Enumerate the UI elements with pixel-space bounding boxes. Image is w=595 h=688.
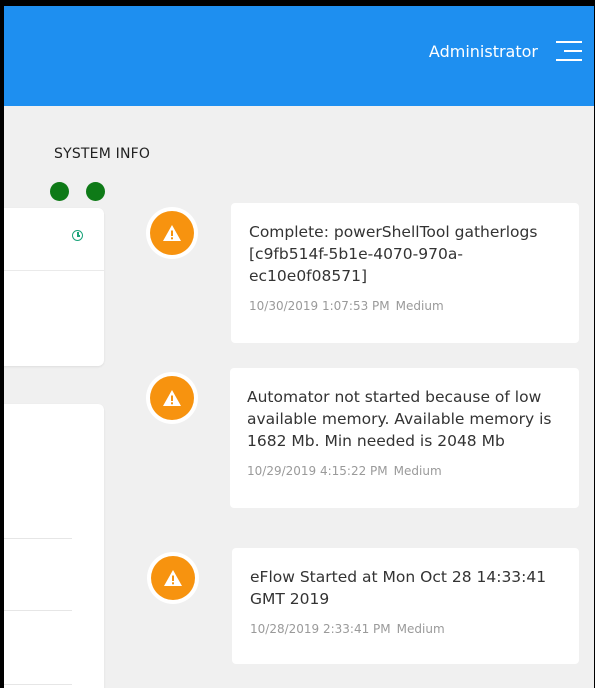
system-info-title: SYSTEM INFO (54, 146, 151, 162)
status-indicator (86, 182, 105, 201)
user-name[interactable]: Administrator (429, 42, 538, 62)
warning-icon (151, 556, 195, 600)
hamburger-menu-icon[interactable] (556, 39, 582, 63)
notification-meta: 10/30/2019 1:07:53 PM Medium (249, 299, 563, 313)
notification-message: eFlow Started at Mon Oct 28 14:33:41 GMT… (250, 568, 547, 608)
notification-severity: Medium (396, 622, 445, 636)
notification-timestamp: 10/28/2019 2:33:41 PM (250, 622, 391, 636)
divider (4, 610, 72, 611)
divider (4, 684, 72, 685)
notification-severity: Medium (393, 464, 442, 478)
info-panel (4, 404, 104, 688)
top-bar: Administrator (4, 6, 594, 106)
status-indicator (50, 182, 69, 201)
notification-timestamp: 10/30/2019 1:07:53 PM (249, 299, 390, 313)
notification-meta: 10/28/2019 2:33:41 PM Medium (250, 622, 563, 636)
notification-timestamp: 10/29/2019 4:15:22 PM (247, 464, 388, 478)
info-panel (4, 208, 104, 366)
divider (4, 270, 104, 271)
notification-message: Automator not started because of low ava… (247, 388, 552, 450)
clock-icon[interactable] (72, 230, 83, 241)
app-window: Administrator SYSTEM INFO Complete: powe… (4, 6, 594, 688)
notification-card[interactable]: Complete: powerShellTool gatherlogs [c9f… (231, 203, 579, 343)
notification-severity: Medium (395, 299, 444, 313)
divider (4, 538, 72, 539)
notification-card[interactable]: eFlow Started at Mon Oct 28 14:33:41 GMT… (232, 548, 579, 664)
notification-message: Complete: powerShellTool gatherlogs [c9f… (249, 223, 538, 285)
warning-icon (150, 376, 194, 420)
notification-meta: 10/29/2019 4:15:22 PM Medium (247, 464, 563, 478)
notification-card[interactable]: Automator not started because of low ava… (230, 368, 579, 508)
warning-icon (150, 211, 194, 255)
